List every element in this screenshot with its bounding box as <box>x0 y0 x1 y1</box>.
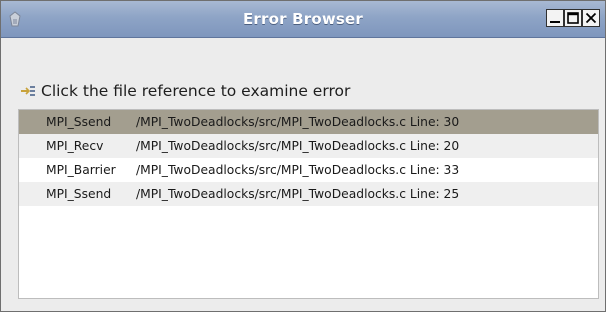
title-bar[interactable]: Error Browser <box>1 1 605 38</box>
maximize-button[interactable] <box>564 9 582 27</box>
maximize-icon <box>567 12 579 24</box>
file-reference-link[interactable]: /MPI_TwoDeadlocks/src/MPI_TwoDeadlocks.c… <box>136 163 459 177</box>
error-browser-window: Error Browser Click the file reference t… <box>0 0 606 312</box>
close-icon <box>585 12 597 24</box>
error-row[interactable]: MPI_Ssend /MPI_TwoDeadlocks/src/MPI_TwoD… <box>19 110 598 134</box>
function-name: MPI_Barrier <box>46 163 116 177</box>
close-button[interactable] <box>582 9 600 27</box>
function-name: MPI_Ssend <box>46 187 112 201</box>
instruction: Click the file reference to examine erro… <box>20 81 350 101</box>
file-reference-link[interactable]: /MPI_TwoDeadlocks/src/MPI_TwoDeadlocks.c… <box>136 115 459 129</box>
function-name: MPI_Ssend <box>46 115 112 129</box>
instruction-text: Click the file reference to examine erro… <box>41 82 351 100</box>
file-reference-arrow-icon <box>21 86 35 96</box>
window-title: Error Browser <box>242 10 364 28</box>
content-area: Click the file reference to examine erro… <box>10 39 599 305</box>
minimize-button[interactable] <box>546 9 564 27</box>
error-row[interactable]: MPI_Barrier /MPI_TwoDeadlocks/src/MPI_Tw… <box>19 158 598 182</box>
file-reference-link[interactable]: /MPI_TwoDeadlocks/src/MPI_TwoDeadlocks.c… <box>136 139 459 153</box>
error-row[interactable]: MPI_Ssend /MPI_TwoDeadlocks/src/MPI_TwoD… <box>19 182 598 206</box>
minimize-icon <box>550 21 560 23</box>
error-list[interactable]: MPI_Ssend /MPI_TwoDeadlocks/src/MPI_TwoD… <box>18 109 599 299</box>
file-reference-link[interactable]: /MPI_TwoDeadlocks/src/MPI_TwoDeadlocks.c… <box>136 187 459 201</box>
error-row[interactable]: MPI_Recv /MPI_TwoDeadlocks/src/MPI_TwoDe… <box>19 134 598 158</box>
function-name: MPI_Recv <box>46 139 104 153</box>
